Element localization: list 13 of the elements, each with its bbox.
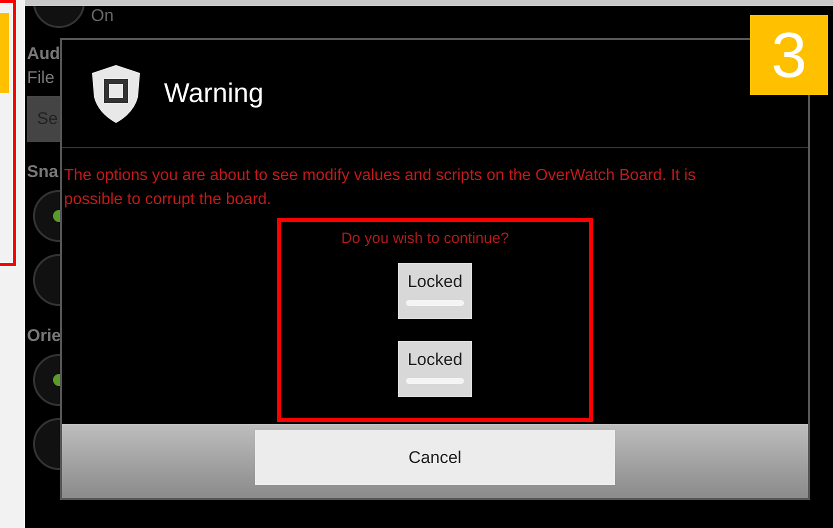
question-text: Do you wish to continue? — [341, 229, 509, 249]
option-label: On — [91, 6, 114, 26]
section-heading: Orie — [27, 324, 62, 346]
field-label: File — [27, 67, 56, 89]
section-heading: Sna — [27, 160, 58, 182]
section-heading: Aud — [27, 42, 60, 64]
warning-message: The options you are about to see modify values and scripts on the OverWatch Board. It is possible to corrupt the board. — [63, 166, 697, 210]
step-badge: 3 — [750, 15, 828, 95]
shield-icon — [90, 62, 142, 124]
toggle-button[interactable]: Locked — [398, 262, 472, 318]
cancel-button[interactable]: Cancel — [255, 430, 615, 485]
dialog-title: Warning — [164, 77, 264, 110]
toggle-button[interactable]: Locked — [398, 340, 472, 396]
